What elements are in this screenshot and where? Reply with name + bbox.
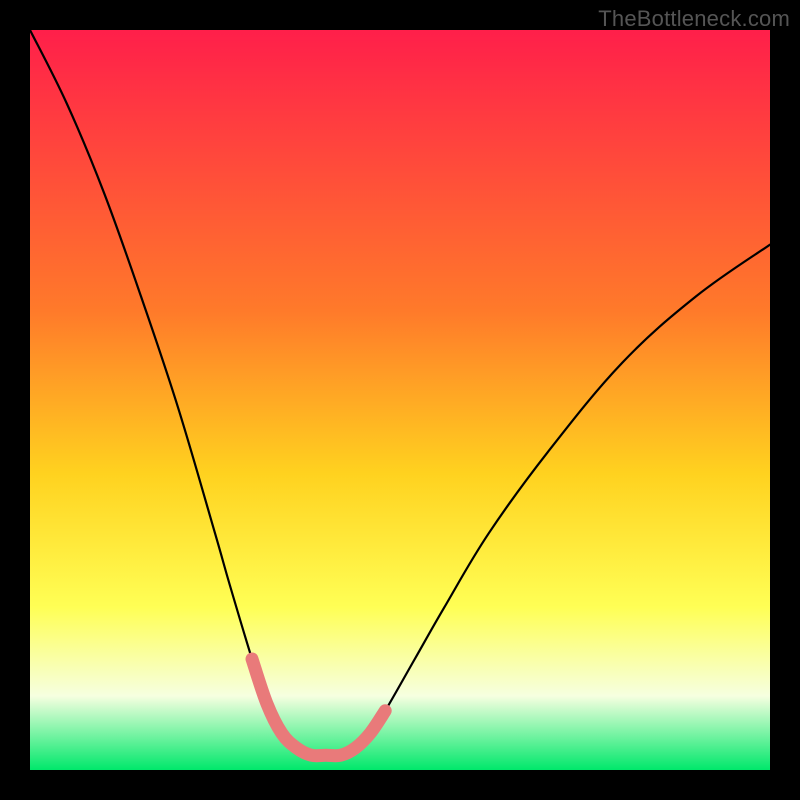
bottleneck-chart	[30, 30, 770, 770]
watermark-text: TheBottleneck.com	[598, 6, 790, 32]
chart-frame: TheBottleneck.com	[0, 0, 800, 800]
plot-area	[30, 30, 770, 770]
gradient-background	[30, 30, 770, 770]
